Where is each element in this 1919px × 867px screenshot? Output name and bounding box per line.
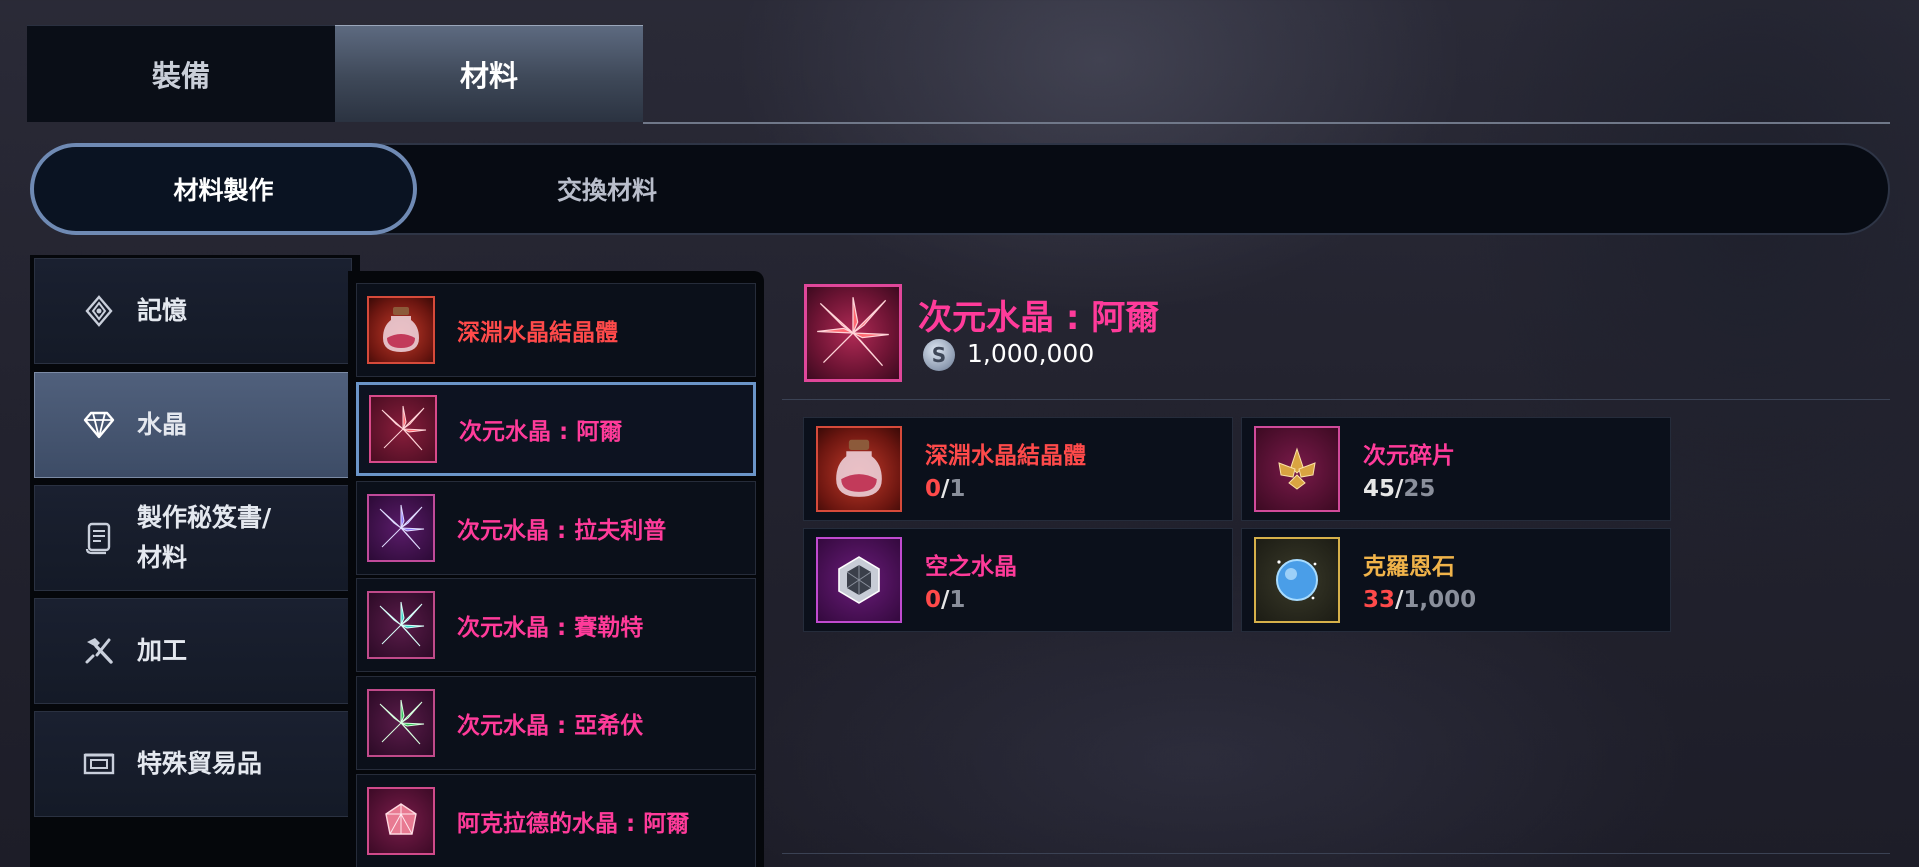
gold-shard-icon	[1254, 426, 1340, 512]
subtab-exchange-materials[interactable]: 交換材料	[472, 145, 742, 233]
recipe-label: 次元水晶 : 賽勒特	[457, 615, 644, 641]
material-card[interactable]: 空之水晶 0/1	[803, 528, 1233, 632]
subtab-material-crafting[interactable]: 材料製作	[30, 143, 417, 235]
category-label: 特殊貿易品	[137, 749, 263, 778]
list-item[interactable]: 次元水晶 : 阿爾	[356, 382, 756, 476]
list-item[interactable]: 深淵水晶結晶體	[356, 283, 756, 377]
item-title: 次元水晶 : 阿爾	[918, 298, 1160, 338]
category-label: 加工	[137, 636, 188, 665]
red-crystal-icon	[804, 284, 902, 382]
material-count: 33/1,000	[1363, 587, 1477, 613]
material-name: 深淵水晶結晶體	[925, 443, 1086, 469]
red-crystal-icon	[369, 395, 437, 463]
category-label: 記憶	[137, 296, 188, 325]
green-crystal-icon	[367, 689, 435, 757]
diamond-icon	[81, 407, 117, 443]
recipe-label: 次元水晶 : 拉夫利普	[457, 518, 667, 544]
tab-equipment[interactable]: 裝備	[27, 25, 335, 122]
tab-materials[interactable]: 材料	[335, 25, 643, 122]
divider	[782, 399, 1890, 400]
category-recipe-book[interactable]: 製作秘笈書/材料	[34, 485, 352, 591]
ticket-icon	[81, 746, 117, 782]
material-card[interactable]: 深淵水晶結晶體 0/1	[803, 417, 1233, 521]
recipe-label: 次元水晶 : 亞希伏	[457, 713, 644, 739]
silver-coin-icon: S	[923, 339, 955, 371]
category-processing[interactable]: 加工	[34, 598, 352, 704]
tab-underline	[643, 122, 1890, 124]
pink-gem-icon	[367, 787, 435, 855]
blue-orb-icon	[1254, 537, 1340, 623]
main-tabs: 裝備 材料	[27, 25, 643, 122]
material-count: 0/1	[925, 587, 966, 613]
memory-icon	[81, 293, 117, 329]
category-label: 製作秘笈書/材料	[137, 503, 272, 572]
list-item[interactable]: 次元水晶 : 賽勒特	[356, 578, 756, 672]
teal-crystal-icon	[367, 591, 435, 659]
scroll-icon	[81, 520, 117, 556]
category-memory[interactable]: 記憶	[34, 258, 352, 364]
material-count: 45/25	[1363, 476, 1436, 502]
hammer-icon	[81, 633, 117, 669]
recipe-label: 深淵水晶結晶體	[457, 320, 618, 346]
category-label: 水晶	[137, 410, 188, 439]
material-card[interactable]: 克羅恩石 33/1,000	[1241, 528, 1671, 632]
recipe-label: 阿克拉德的水晶 : 阿爾	[457, 811, 690, 837]
crystal-jar-icon	[816, 426, 902, 512]
material-card[interactable]: 次元碎片 45/25	[1241, 417, 1671, 521]
material-count: 0/1	[925, 476, 966, 502]
sub-tab-bar: 材料製作 交換材料	[30, 143, 1890, 235]
craft-cost: 1,000,000	[967, 339, 1095, 368]
list-item[interactable]: 次元水晶 : 亞希伏	[356, 676, 756, 770]
material-name: 次元碎片	[1363, 443, 1455, 469]
list-item[interactable]: 次元水晶 : 拉夫利普	[356, 481, 756, 575]
crystal-jar-icon	[367, 296, 435, 364]
category-crystal[interactable]: 水晶	[34, 372, 352, 478]
recipe-list: 深淵水晶結晶體 次元水晶 : 阿爾 次元水晶 : 拉夫利普 次元水晶 : 賽勒特…	[348, 271, 764, 867]
divider	[782, 853, 1890, 854]
category-sidebar: 記憶 水晶 製作秘笈書/材料 加工 特殊貿易品	[30, 255, 360, 867]
category-special-trade[interactable]: 特殊貿易品	[34, 711, 352, 817]
material-name: 克羅恩石	[1363, 554, 1455, 580]
list-item[interactable]: 阿克拉德的水晶 : 阿爾	[356, 774, 756, 867]
purple-crystal-icon	[367, 494, 435, 562]
material-name: 空之水晶	[925, 554, 1017, 580]
silver-cube-icon	[816, 537, 902, 623]
recipe-label: 次元水晶 : 阿爾	[459, 419, 623, 445]
